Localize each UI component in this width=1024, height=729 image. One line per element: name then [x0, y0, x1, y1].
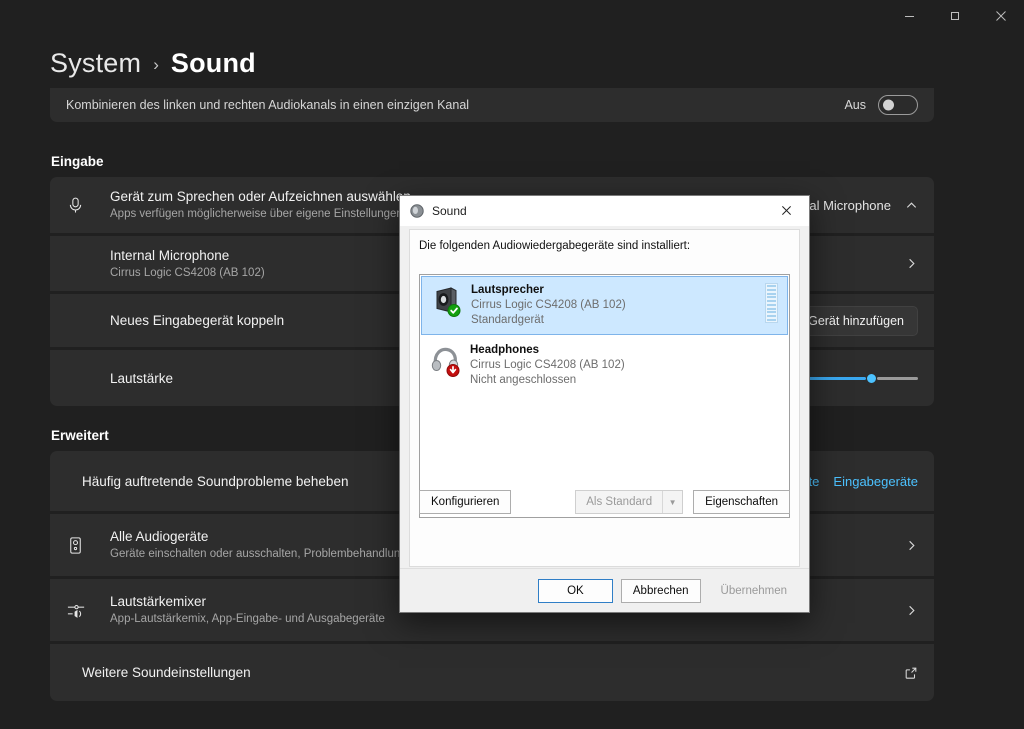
speaker-app-icon	[409, 203, 425, 219]
playback-panel-label: Die folgenden Audiowiedergabegeräte sind…	[419, 240, 691, 252]
properties-button[interactable]: Eigenschaften	[693, 490, 790, 514]
mono-audio-row[interactable]: Kombinieren des linken und rechten Audio…	[50, 88, 934, 122]
device-driver: Cirrus Logic CS4208 (AB 102)	[470, 359, 625, 371]
device-item-headphones[interactable]: Headphones Cirrus Logic CS4208 (AB 102) …	[420, 336, 789, 395]
chevron-down-icon[interactable]: ▼	[662, 491, 682, 513]
more-sound-settings-row[interactable]: Weitere Soundeinstellungen	[50, 644, 934, 701]
sound-dialog: Sound Wiedergabe Aufnahme Sounds Kommuni…	[399, 195, 810, 613]
mono-audio-toggle-state: Aus	[844, 98, 866, 112]
chevron-right-icon[interactable]	[905, 257, 918, 270]
external-link-icon[interactable]	[904, 666, 918, 680]
dialog-title-bar: Sound	[400, 196, 809, 226]
playback-device-list[interactable]: Lautsprecher Cirrus Logic CS4208 (AB 102…	[419, 274, 790, 518]
minimize-button[interactable]	[886, 0, 932, 32]
device-driver: Cirrus Logic CS4208 (AB 102)	[471, 299, 626, 311]
device-name: Lautsprecher	[471, 284, 544, 296]
maximize-button[interactable]	[932, 0, 978, 32]
chevron-up-icon[interactable]	[905, 199, 918, 212]
set-default-label: Als Standard	[586, 496, 653, 508]
chevron-right-icon[interactable]	[905, 539, 918, 552]
section-title-eingabe: Eingabe	[51, 154, 104, 169]
mono-audio-label: Kombinieren des linken und rechten Audio…	[66, 98, 470, 112]
mono-audio-toggle[interactable]	[878, 95, 918, 115]
all-audio-devices-icon	[66, 536, 110, 555]
device-status: Standardgerät	[471, 314, 544, 326]
volume-mixer-desc: App-Lautstärkemix, App-Eingabe- und Ausg…	[110, 613, 385, 625]
cancel-button[interactable]: Abbrechen	[620, 578, 701, 603]
breadcrumb-root[interactable]: System	[50, 48, 141, 79]
speaker-device-icon	[429, 282, 465, 318]
chevron-right-icon: ›	[153, 54, 159, 74]
add-device-button[interactable]: Gerät hinzufügen	[794, 305, 918, 336]
dialog-close-button[interactable]	[764, 196, 809, 225]
title-bar	[0, 0, 1024, 36]
slider-track-rest	[877, 376, 918, 380]
level-meter-icon	[765, 283, 778, 323]
close-button[interactable]	[978, 0, 1024, 32]
dialog-action-buttons: Konfigurieren Als Standard ▼ Eigenschaft…	[419, 490, 790, 514]
set-default-split-button[interactable]: Als Standard ▼	[575, 490, 684, 514]
device-item-lautsprecher[interactable]: Lautsprecher Cirrus Logic CS4208 (AB 102…	[421, 276, 788, 335]
device-status: Nicht angeschlossen	[470, 374, 577, 386]
microphone-icon	[66, 196, 110, 215]
volume-mixer-icon	[66, 600, 110, 621]
input-devices-link[interactable]: Eingabegeräte	[833, 474, 918, 489]
ok-button[interactable]: OK	[537, 578, 613, 603]
breadcrumb: System › Sound	[50, 48, 256, 79]
headphones-device-icon	[428, 342, 464, 378]
toggle-knob	[883, 99, 894, 111]
more-sound-settings-title: Weitere Soundeinstellungen	[82, 665, 251, 680]
dialog-title: Sound	[432, 203, 467, 218]
dialog-footer: OK Abbrechen Übernehmen	[400, 568, 809, 612]
configure-button[interactable]: Konfigurieren	[419, 490, 512, 514]
apply-button: Übernehmen	[709, 579, 799, 603]
chevron-right-icon[interactable]	[905, 604, 918, 617]
device-name: Headphones	[470, 344, 540, 356]
playback-tab-panel: Die folgenden Audiowiedergabegeräte sind…	[409, 229, 800, 567]
page-title: Sound	[170, 48, 256, 78]
